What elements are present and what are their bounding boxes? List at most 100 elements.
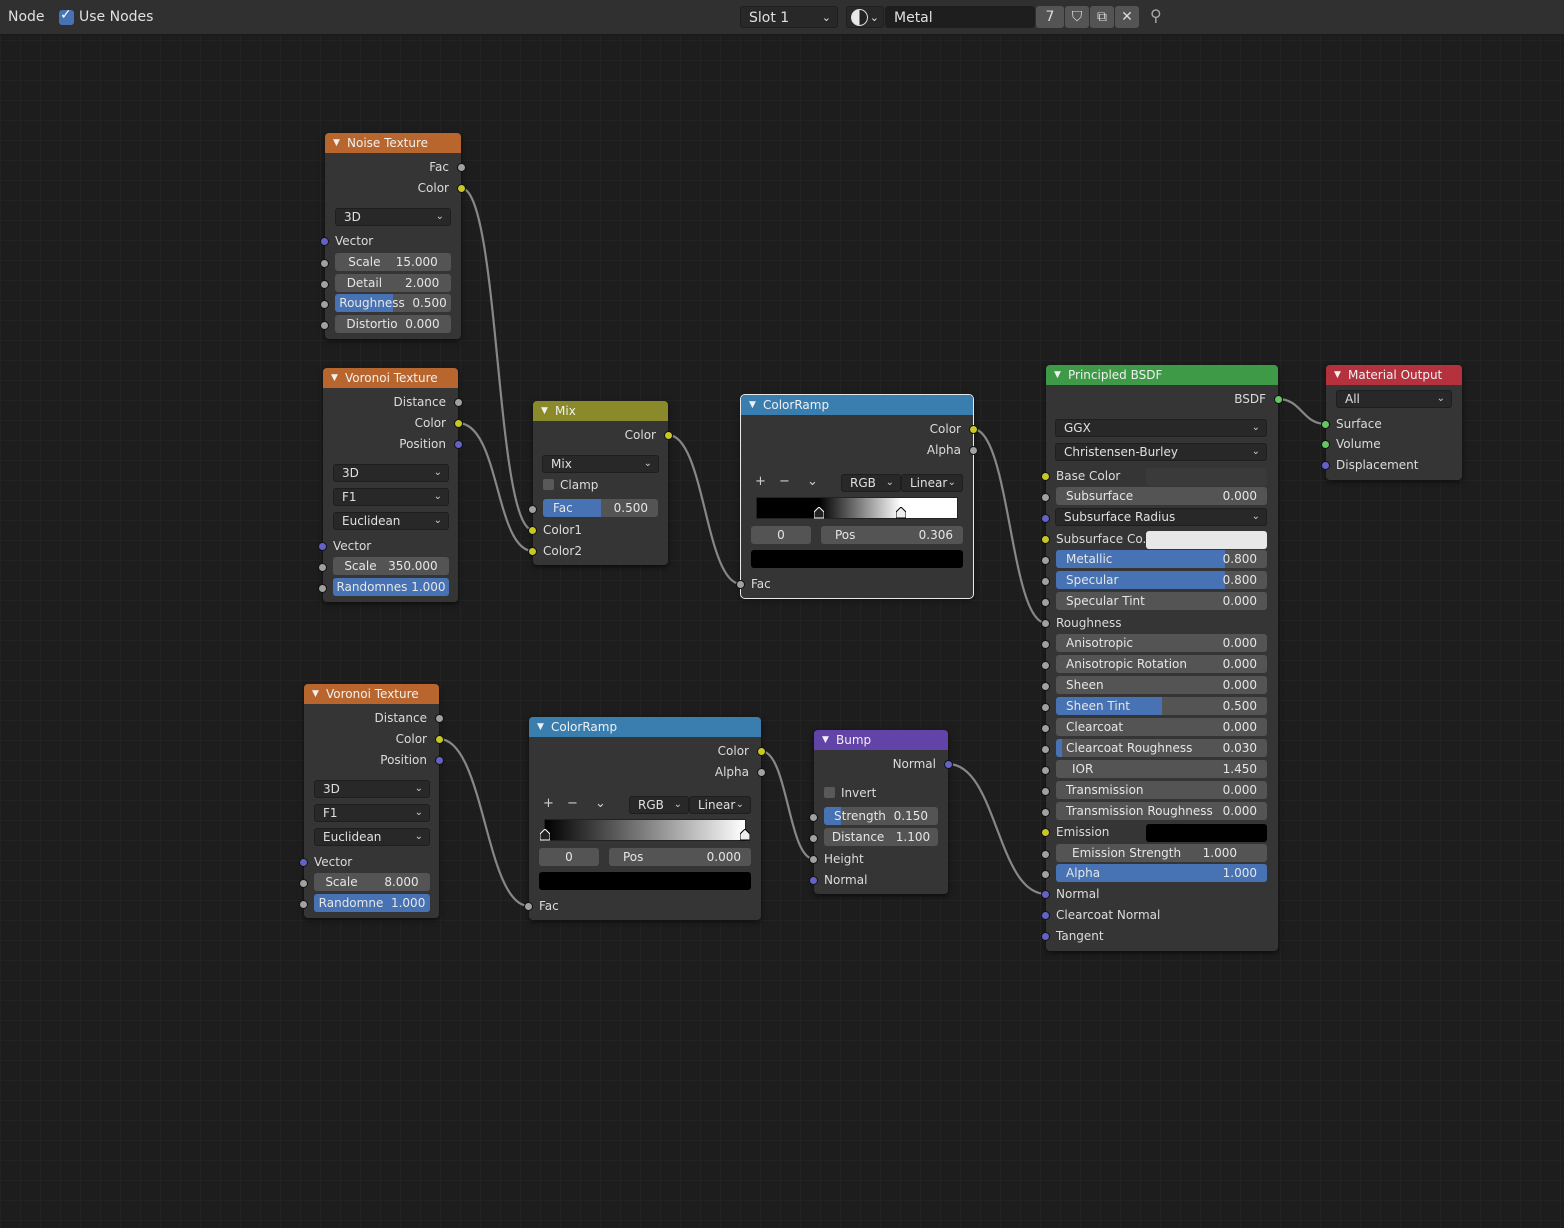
active-stop-index-field[interactable]: 0 bbox=[751, 526, 811, 544]
ramp-stop-marker[interactable] bbox=[739, 828, 751, 841]
emission-strength-field[interactable]: Emission Strength 1.000 bbox=[1056, 844, 1267, 862]
alpha-field[interactable]: Alpha 1.000 bbox=[1056, 864, 1267, 882]
socket[interactable] bbox=[1321, 440, 1330, 449]
scale-field[interactable]: Scale 8.000 bbox=[314, 873, 430, 891]
remove-stop-minus-icon[interactable]: − bbox=[779, 474, 790, 489]
specular-tint-field[interactable]: Specular Tint 0.000 bbox=[1056, 592, 1267, 610]
socket[interactable] bbox=[435, 735, 444, 744]
socket[interactable] bbox=[299, 900, 308, 909]
transmission-roughness-field[interactable]: Transmission Roughness 0.000 bbox=[1056, 802, 1267, 820]
socket[interactable] bbox=[1041, 556, 1050, 565]
specular-field[interactable]: Specular 0.800 bbox=[1056, 571, 1267, 589]
color-mode-dropdown[interactable]: RGB ⌄ bbox=[629, 796, 689, 814]
detail-field[interactable]: Detail 2.000 bbox=[335, 274, 451, 292]
socket[interactable] bbox=[320, 259, 329, 268]
invert-checkbox[interactable] bbox=[824, 787, 835, 798]
subsurface-color-swatch[interactable] bbox=[1146, 531, 1267, 549]
scale-field[interactable]: Scale 350.000 bbox=[333, 557, 449, 575]
scale-field[interactable]: Scale 15.000 bbox=[335, 253, 451, 271]
socket[interactable] bbox=[969, 425, 978, 434]
collapse-triangle-icon[interactable]: ▼ bbox=[312, 684, 319, 704]
socket[interactable] bbox=[757, 747, 766, 756]
distortion-field[interactable]: Distortio 0.000 bbox=[335, 315, 451, 333]
add-stop-plus-icon[interactable]: + bbox=[755, 474, 766, 489]
interpolation-dropdown[interactable]: Linear ⌄ bbox=[689, 796, 751, 814]
node-header[interactable]: ▼ Material Output bbox=[1326, 365, 1462, 385]
socket[interactable] bbox=[320, 300, 329, 309]
subsurface-radius-dropdown[interactable]: Subsurface Radius ⌄ bbox=[1055, 508, 1267, 526]
add-stop-plus-icon[interactable]: + bbox=[543, 796, 554, 811]
socket[interactable] bbox=[320, 280, 329, 289]
socket[interactable] bbox=[809, 855, 818, 864]
feature-dropdown[interactable]: F1 ⌄ bbox=[314, 804, 430, 822]
socket[interactable] bbox=[969, 446, 978, 455]
color-ramp-node-1[interactable]: ▼ ColorRamp Color Alpha + − ⌄ RGB ⌄ Linear… bbox=[736, 394, 978, 599]
collapse-triangle-icon[interactable]: ▼ bbox=[1334, 365, 1341, 385]
socket[interactable] bbox=[1041, 850, 1050, 859]
socket[interactable] bbox=[809, 813, 818, 822]
socket[interactable] bbox=[1041, 745, 1050, 754]
bump-node[interactable]: ▼ Bump Normal Invert Strength 0.150 Distan… bbox=[809, 730, 953, 894]
socket[interactable] bbox=[1321, 461, 1330, 470]
socket[interactable] bbox=[299, 879, 308, 888]
node-header[interactable]: ▼ Voronoi Texture bbox=[323, 368, 458, 388]
socket[interactable] bbox=[318, 563, 327, 572]
output-target-dropdown[interactable]: All ⌄ bbox=[1336, 390, 1452, 408]
randomness-field[interactable]: Randomnes 1.000 bbox=[333, 578, 449, 596]
socket[interactable] bbox=[1041, 787, 1050, 796]
socket[interactable] bbox=[320, 237, 329, 246]
socket[interactable] bbox=[1041, 890, 1050, 899]
ior-field[interactable]: IOR 1.450 bbox=[1056, 760, 1267, 778]
socket[interactable] bbox=[524, 902, 533, 911]
distance-metric-dropdown[interactable]: Euclidean ⌄ bbox=[314, 828, 430, 846]
dimensions-dropdown[interactable]: 3D ⌄ bbox=[314, 780, 430, 798]
dimensions-dropdown[interactable]: 3D ⌄ bbox=[335, 208, 451, 226]
ramp-options-chevron-icon[interactable]: ⌄ bbox=[595, 796, 606, 811]
collapse-triangle-icon[interactable]: ▼ bbox=[537, 717, 544, 737]
node-header[interactable]: ▼ ColorRamp bbox=[741, 395, 973, 415]
active-stop-index-field[interactable]: 0 bbox=[539, 848, 599, 866]
ramp-options-chevron-icon[interactable]: ⌄ bbox=[807, 474, 818, 489]
roughness-field[interactable]: Roughness 0.500 bbox=[335, 294, 451, 312]
voronoi-texture-node-2[interactable]: ▼ Voronoi Texture Distance Color Position… bbox=[299, 684, 444, 918]
socket[interactable] bbox=[1041, 682, 1050, 691]
socket[interactable] bbox=[1041, 661, 1050, 670]
socket[interactable] bbox=[736, 580, 745, 589]
clearcoat-field[interactable]: Clearcoat 0.000 bbox=[1056, 718, 1267, 736]
material-output-node[interactable]: ▼ Material Output All ⌄ Surface Volume Dis… bbox=[1321, 365, 1462, 480]
interpolation-dropdown[interactable]: Linear ⌄ bbox=[901, 474, 963, 492]
socket[interactable] bbox=[944, 760, 953, 769]
socket[interactable] bbox=[435, 756, 444, 765]
anisotropic-rotation-field[interactable]: Anisotropic Rotation 0.000 bbox=[1056, 655, 1267, 673]
distribution-dropdown[interactable]: GGX ⌄ bbox=[1055, 419, 1267, 437]
socket[interactable] bbox=[528, 526, 537, 535]
socket[interactable] bbox=[1321, 420, 1330, 429]
socket[interactable] bbox=[299, 858, 308, 867]
noise-texture-node[interactable]: ▼ Noise Texture Fac Color 3D ⌄ Vector Scal… bbox=[320, 133, 466, 339]
distance-metric-dropdown[interactable]: Euclidean ⌄ bbox=[333, 512, 449, 530]
socket[interactable] bbox=[1041, 472, 1050, 481]
socket[interactable] bbox=[809, 834, 818, 843]
fac-field[interactable]: Fac 0.500 bbox=[543, 499, 658, 517]
clearcoat-roughness-field[interactable]: Clearcoat Roughness 0.030 bbox=[1056, 739, 1267, 757]
socket[interactable] bbox=[1041, 724, 1050, 733]
socket[interactable] bbox=[1041, 619, 1050, 628]
voronoi-texture-node-1[interactable]: ▼ Voronoi Texture Distance Color Position… bbox=[318, 368, 463, 602]
stop-color-swatch[interactable] bbox=[539, 872, 751, 890]
socket[interactable] bbox=[454, 440, 463, 449]
socket[interactable] bbox=[1041, 766, 1050, 775]
socket[interactable] bbox=[457, 163, 466, 172]
blend-type-dropdown[interactable]: Mix ⌄ bbox=[542, 455, 659, 473]
socket[interactable] bbox=[1274, 395, 1283, 404]
subsurface-method-dropdown[interactable]: Christensen-Burley ⌄ bbox=[1055, 443, 1267, 461]
socket[interactable] bbox=[1041, 514, 1050, 523]
randomness-field[interactable]: Randomne 1.000 bbox=[314, 894, 430, 912]
socket[interactable] bbox=[1041, 911, 1050, 920]
stop-position-field[interactable]: Pos 0.306 bbox=[821, 526, 963, 544]
node-header[interactable]: ▼ Principled BSDF bbox=[1046, 365, 1278, 385]
color-ramp-gradient[interactable] bbox=[544, 819, 746, 841]
node-header[interactable]: ▼ Bump bbox=[814, 730, 948, 750]
socket[interactable] bbox=[454, 398, 463, 407]
distance-field[interactable]: Distance 1.100 bbox=[824, 828, 938, 846]
stop-position-field[interactable]: Pos 0.000 bbox=[609, 848, 751, 866]
